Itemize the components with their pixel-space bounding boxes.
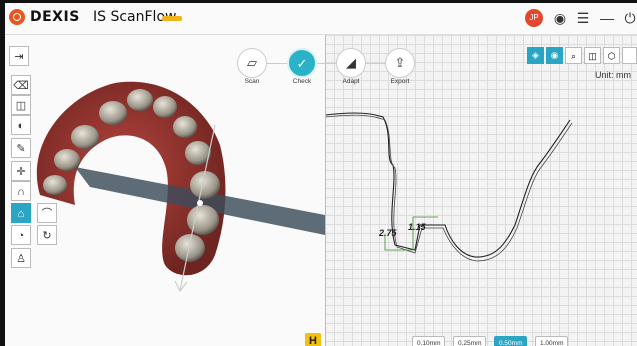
- unit-label: Unit: mm: [595, 70, 631, 80]
- scanner-icon[interactable]: ▱: [237, 48, 267, 78]
- export-icon[interactable]: ⇪: [385, 48, 415, 78]
- zoom-icon[interactable]: ⌕: [565, 47, 582, 64]
- step-label-check: Check: [292, 78, 312, 85]
- check-icon[interactable]: ✓: [287, 48, 317, 78]
- grid-size-button[interactable]: 1.00mm: [535, 336, 569, 346]
- menu-icon[interactable]: ☰: [573, 8, 593, 28]
- user-avatar[interactable]: JP: [525, 9, 543, 27]
- color-icon[interactable]: ◉: [546, 47, 563, 64]
- measurement-label: 1.15: [408, 222, 426, 232]
- grid-size-button[interactable]: 0.10mm: [412, 336, 446, 346]
- cross-section-icon[interactable]: ⌂: [11, 203, 31, 223]
- camera-icon[interactable]: ◫: [584, 47, 601, 64]
- grid-size-button[interactable]: 0.25mm: [453, 336, 487, 346]
- occlusion-icon[interactable]: ♙: [11, 248, 31, 268]
- rotate-icon[interactable]: ↻: [37, 225, 57, 245]
- brand-name: DEXIS: [30, 9, 80, 25]
- record-icon[interactable]: ◉: [550, 8, 570, 28]
- grid-size-button[interactable]: 0.50mm: [494, 336, 528, 346]
- layers-icon[interactable]: ◈: [527, 47, 544, 64]
- sidebar-toggle-button[interactable]: ⇥: [9, 46, 29, 66]
- ruler-icon[interactable]: ✎: [11, 138, 31, 158]
- title-bar: DEXIS IS ScanFlow JP ◉ ☰ — ⏻: [5, 3, 637, 35]
- dexis-logo-icon: [9, 9, 25, 25]
- texture-icon[interactable]: ◐: [11, 115, 31, 135]
- axes-icon[interactable]: ✛: [11, 161, 31, 181]
- minimize-icon[interactable]: —: [597, 8, 617, 28]
- measurement-label: 2.75: [379, 228, 397, 238]
- margin-icon[interactable]: ◔: [11, 225, 31, 245]
- arch-icon[interactable]: ∩: [11, 181, 31, 201]
- cross-section-type-icon[interactable]: ⌒: [37, 203, 57, 223]
- adapt-icon[interactable]: ◢: [336, 48, 366, 78]
- step-label-export: Export: [390, 78, 410, 85]
- more-icon[interactable]: [622, 47, 637, 64]
- power-icon[interactable]: ⏻: [620, 8, 637, 28]
- help-badge-icon[interactable]: H: [305, 333, 321, 346]
- cube-icon[interactable]: ⬡: [603, 47, 620, 64]
- app-window: DEXIS IS ScanFlow JP ◉ ☰ — ⏻ 2.75 1.15 ⇥…: [5, 3, 637, 346]
- snapshot-icon[interactable]: ◫: [11, 95, 31, 115]
- step-label-scan: Scan: [244, 78, 260, 85]
- brand-accent-bar: [162, 16, 182, 21]
- trash-icon[interactable]: ⌫: [11, 75, 31, 95]
- step-label-adapt: Adapt: [342, 78, 360, 85]
